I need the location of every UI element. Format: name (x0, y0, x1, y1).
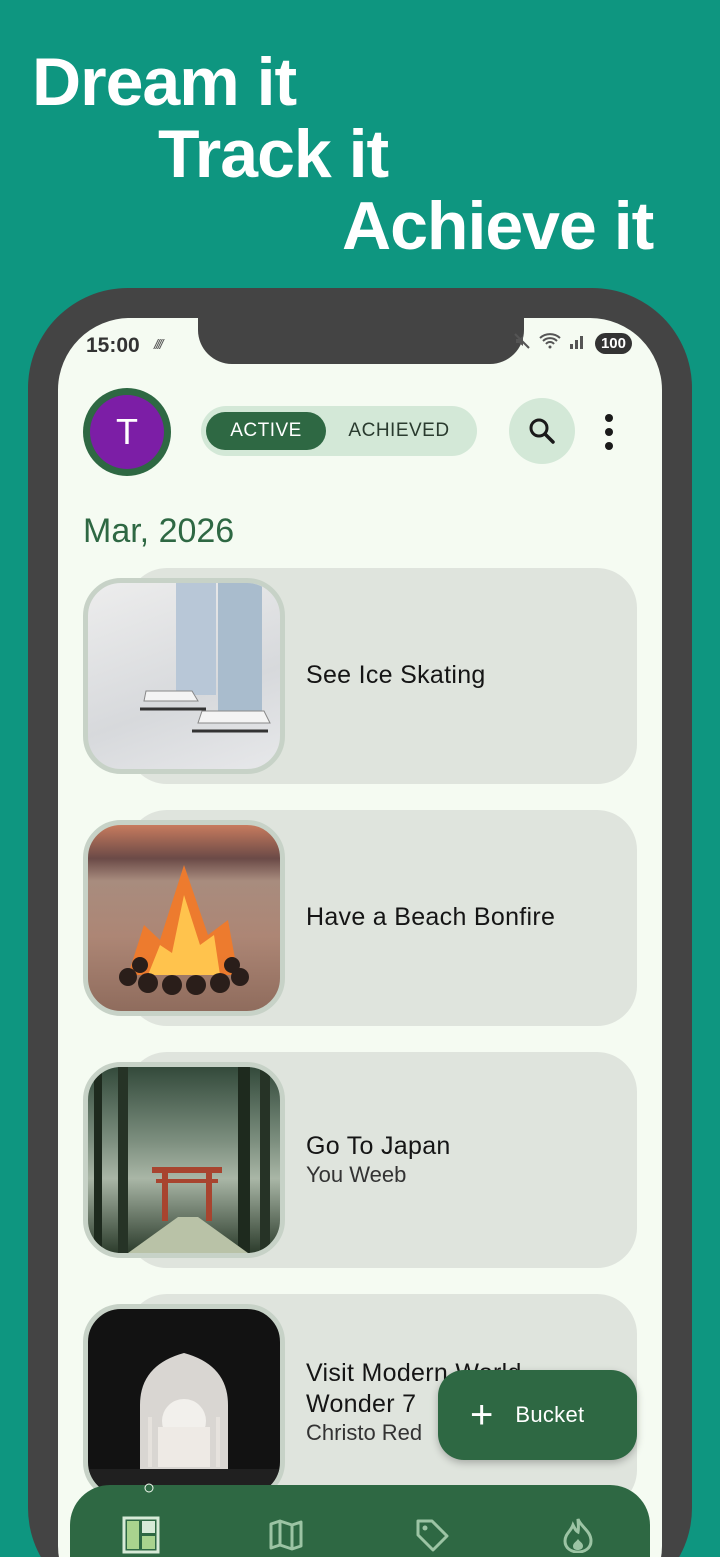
flame-icon (563, 1518, 593, 1553)
nav-map[interactable] (266, 1515, 306, 1555)
map-icon (269, 1519, 303, 1551)
promo-line-2: Track it (158, 116, 389, 192)
app-screen: 15:00 //// 100 T ACTIVE ACHIEVED Mar, 20… (58, 318, 662, 1557)
tag-icon (416, 1519, 449, 1552)
search-icon (529, 418, 555, 444)
add-bucket-button[interactable]: + Bucket (438, 1370, 637, 1460)
signal-glyph-icon: //// (154, 336, 163, 352)
status-time: 15:00 (86, 334, 140, 357)
more-vert-icon (605, 414, 613, 422)
bucket-item-card[interactable]: See Ice Skating (83, 568, 637, 784)
cell-signal-icon (569, 332, 587, 355)
nav-streak[interactable] (558, 1515, 598, 1555)
plus-icon: + (470, 1393, 494, 1437)
item-title: Have a Beach Bonfire (306, 903, 556, 932)
avatar[interactable]: T (83, 388, 171, 476)
bucket-item-card[interactable]: Go To Japan You Weeb (83, 1052, 637, 1268)
bucket-item-card[interactable]: Have a Beach Bonfire (83, 810, 637, 1026)
battery-level: 100 (594, 333, 632, 354)
add-bucket-label: Bucket (515, 1402, 585, 1427)
item-title: See Ice Skating (306, 661, 486, 690)
promo-line-3: Achieve it (342, 188, 654, 264)
item-image (83, 578, 285, 774)
more-options-button[interactable] (594, 410, 624, 454)
tab-achieved[interactable]: ACHIEVED (326, 412, 472, 450)
mute-icon (513, 332, 531, 355)
item-title: Go To Japan (306, 1132, 451, 1161)
dashboard-icon (122, 1516, 160, 1554)
avatar-initial: T (90, 395, 164, 469)
nav-dashboard[interactable] (121, 1515, 161, 1555)
nav-tags[interactable] (412, 1515, 452, 1555)
wifi-icon (539, 332, 561, 355)
bottom-navigation (70, 1483, 650, 1557)
tab-active[interactable]: ACTIVE (206, 412, 326, 450)
promo-line-1: Dream it (32, 44, 297, 120)
item-subtitle: You Weeb (306, 1162, 407, 1188)
search-button[interactable] (509, 398, 575, 464)
item-image (83, 1062, 285, 1258)
section-date-header: Mar, 2026 (83, 512, 235, 550)
item-image (83, 1304, 285, 1500)
status-toggle: ACTIVE ACHIEVED (201, 406, 477, 456)
status-icons: 100 (513, 332, 632, 355)
item-image (83, 820, 285, 1016)
nav-selection-dot (144, 1483, 154, 1493)
camera-notch (198, 318, 524, 364)
